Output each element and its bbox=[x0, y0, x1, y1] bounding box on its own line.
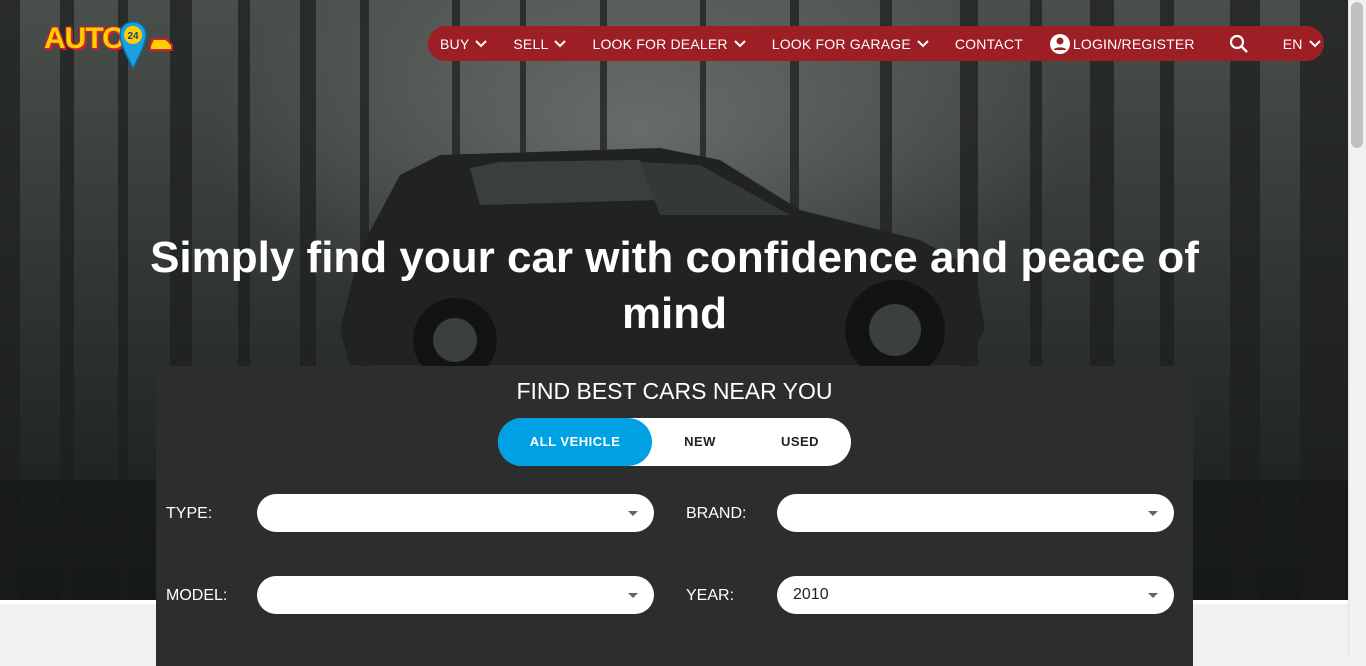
chevron-down-icon bbox=[554, 39, 567, 48]
dropdown-arrow-icon bbox=[628, 511, 638, 516]
scrollbar-thumb[interactable] bbox=[1351, 2, 1363, 148]
nav-contact[interactable]: CONTACT bbox=[955, 36, 1023, 52]
nav-buy-label: BUY bbox=[440, 35, 470, 52]
nav-language-label: EN bbox=[1282, 35, 1303, 52]
chevron-down-icon bbox=[1308, 39, 1321, 48]
logo-text: AUTO bbox=[44, 22, 125, 55]
type-label: TYPE: bbox=[166, 505, 213, 522]
nav-contact-label: CONTACT bbox=[954, 35, 1023, 52]
nav-login-label: LOGIN/REGISTER bbox=[1072, 35, 1195, 52]
nav-login-register[interactable]: LOGIN/REGISTER bbox=[1049, 33, 1195, 55]
vehicle-condition-toggle: ALL VEHICLE NEW USED bbox=[498, 418, 851, 466]
tab-used[interactable]: USED bbox=[760, 418, 840, 466]
car-search-panel: FIND BEST CARS NEAR YOU ALL VEHICLE NEW … bbox=[156, 366, 1193, 666]
site-logo[interactable]: AUTO 24 bbox=[44, 20, 178, 72]
nav-sell-label: SELL bbox=[513, 35, 549, 52]
nav-garage-label: LOOK FOR GARAGE bbox=[771, 35, 911, 52]
hero-headline: Simply find your car with confidence and… bbox=[150, 233, 1199, 338]
car-icon bbox=[149, 38, 173, 51]
nav-look-for-garage[interactable]: LOOK FOR GARAGE bbox=[772, 36, 929, 52]
dropdown-arrow-icon bbox=[1148, 593, 1158, 598]
brand-select[interactable] bbox=[777, 494, 1174, 532]
account-circle-icon bbox=[1049, 33, 1071, 55]
map-pin-icon: 24 bbox=[119, 21, 147, 70]
nav-look-for-dealer[interactable]: LOOK FOR DEALER bbox=[592, 35, 746, 52]
search-panel-title: FIND BEST CARS NEAR YOU bbox=[516, 378, 833, 404]
main-navbar: BUY SELL LOOK FOR DEALER LOOK FOR GARAGE… bbox=[428, 26, 1324, 61]
dropdown-arrow-icon bbox=[628, 593, 638, 598]
brand-label: BRAND: bbox=[686, 505, 747, 522]
year-select[interactable]: 2010 bbox=[777, 576, 1174, 614]
chevron-down-icon bbox=[734, 39, 746, 48]
model-label: MODEL: bbox=[166, 587, 228, 604]
year-label: YEAR: bbox=[686, 587, 735, 604]
nav-language[interactable]: EN bbox=[1283, 36, 1321, 52]
nav-sell[interactable]: SELL bbox=[513, 35, 567, 52]
tab-all-vehicle[interactable]: ALL VEHICLE bbox=[498, 418, 652, 466]
year-select-value: 2010 bbox=[793, 586, 829, 603]
search-icon[interactable] bbox=[1229, 34, 1249, 54]
chevron-down-icon bbox=[475, 39, 488, 48]
svg-text:24: 24 bbox=[127, 31, 139, 42]
model-select[interactable] bbox=[257, 576, 654, 614]
dropdown-arrow-icon bbox=[1148, 511, 1158, 516]
nav-buy[interactable]: BUY bbox=[440, 35, 488, 52]
tab-new[interactable]: NEW bbox=[658, 418, 742, 466]
page-scrollbar[interactable] bbox=[1348, 0, 1366, 657]
chevron-down-icon bbox=[917, 39, 929, 48]
nav-dealer-label: LOOK FOR DEALER bbox=[592, 35, 728, 52]
type-select[interactable] bbox=[257, 494, 654, 532]
